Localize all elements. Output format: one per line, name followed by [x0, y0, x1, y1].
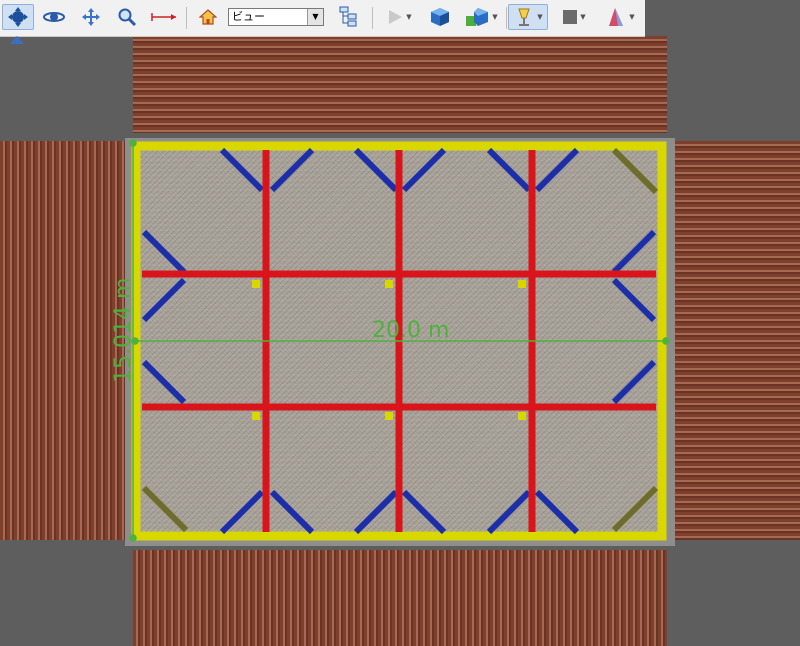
chevron-down-icon[interactable]: ▼ — [406, 13, 411, 21]
active-tool-indicator — [10, 36, 24, 44]
toolbar-separator — [372, 7, 373, 29]
cubes-icon — [466, 8, 489, 26]
multi-cube-button[interactable]: ▼ — [461, 4, 501, 30]
toolbar-separator — [506, 7, 507, 29]
play-icon — [389, 10, 403, 24]
tree-icon — [339, 6, 357, 27]
lamp-icon — [518, 8, 530, 26]
material-icon — [609, 8, 624, 26]
home-button[interactable] — [195, 4, 221, 30]
toolbar-separator — [186, 7, 187, 29]
pan-button[interactable] — [77, 4, 105, 30]
view-select[interactable]: ビュー ▼ — [228, 8, 324, 26]
chevron-down-icon[interactable]: ▼ — [580, 13, 585, 21]
height-dimension-label: 15.014 m — [111, 277, 136, 383]
view-select-value: ビュー — [232, 10, 265, 23]
view-navigate-button[interactable] — [2, 4, 34, 30]
measure-line-icon — [151, 13, 176, 21]
chevron-down-icon[interactable]: ▼ — [537, 13, 542, 21]
pan-icon — [82, 8, 100, 26]
tree-button[interactable] — [334, 4, 362, 30]
house-icon — [199, 9, 217, 25]
chevron-down-icon[interactable]: ▼ — [492, 13, 497, 21]
orbit-icon — [43, 12, 65, 22]
four-way-move-icon — [8, 7, 28, 27]
solid-cube-button[interactable] — [426, 4, 454, 30]
magnifier-icon — [118, 8, 137, 27]
toolbar: ビュー ▼ ▼ ▼ ▼ ▼ ▼ — [0, 0, 645, 44]
zoom-button[interactable] — [113, 4, 141, 30]
chevron-down-icon[interactable]: ▼ — [307, 9, 323, 25]
orbit-button[interactable] — [40, 4, 68, 30]
cube-icon — [431, 8, 449, 26]
lighting-button[interactable]: ▼ — [508, 4, 548, 30]
chevron-down-icon[interactable]: ▼ — [629, 13, 634, 21]
width-dimension-label: 20.0 m — [372, 318, 450, 343]
post-markers — [252, 280, 526, 420]
gray-square-icon — [563, 10, 578, 24]
measure-button[interactable] — [148, 4, 180, 30]
material-button[interactable]: ▼ — [600, 4, 640, 30]
play-button[interactable]: ▼ — [380, 4, 418, 30]
color-button[interactable]: ▼ — [556, 4, 592, 30]
